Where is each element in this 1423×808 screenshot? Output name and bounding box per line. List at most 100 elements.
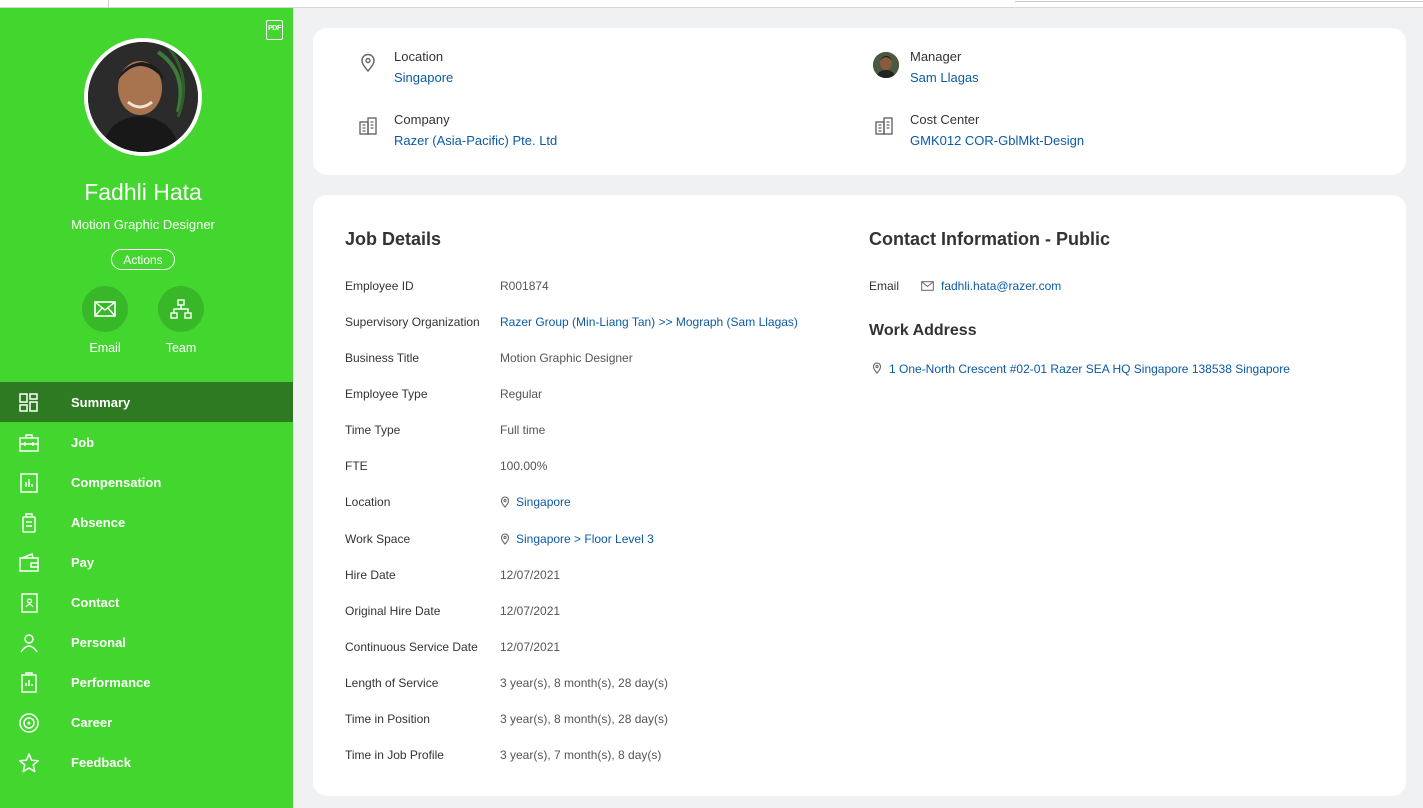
pdf-export-icon[interactable]: PDF — [266, 20, 283, 40]
org-chart-icon — [170, 299, 192, 319]
job-row-value: 12/07/2021 — [500, 568, 561, 582]
nav-label: Feedback — [71, 754, 131, 770]
nav-item-feedback[interactable]: Feedback — [0, 742, 293, 782]
nav-label: Pay — [71, 554, 95, 570]
job-row-label: Original Hire Date — [345, 604, 441, 618]
location-pin-icon — [872, 362, 882, 374]
location-link[interactable]: Singapore — [516, 495, 571, 509]
summary-manager-link[interactable]: Sam Llagas — [910, 70, 979, 85]
actions-button[interactable]: Actions — [111, 249, 175, 270]
summary-manager-label: Manager — [910, 49, 962, 64]
target-icon — [19, 713, 39, 733]
job-row-value: R001874 — [500, 279, 549, 293]
job-row-label: Business Title — [345, 351, 420, 365]
job-row-label: Length of Service — [345, 676, 439, 690]
nav-label: Job — [71, 434, 95, 450]
job-row-label: Time in Job Profile — [345, 748, 444, 762]
profile-sidebar: PDF Fadhli Hata Motion Graphic Designer … — [0, 8, 293, 808]
job-row-label: Employee Type — [345, 387, 428, 401]
nav-label: Performance — [71, 674, 151, 690]
job-details-heading: Job Details — [345, 229, 442, 249]
job-row-label: Supervisory Organization — [345, 315, 480, 329]
job-row-value: 12/07/2021 — [500, 640, 561, 654]
summary-location: Location Singapore — [394, 49, 453, 85]
work-address-link[interactable]: 1 One-North Crescent #02-01 Razer SEA HQ… — [889, 362, 1290, 376]
manager-avatar — [873, 52, 899, 78]
team-button-label: Team — [165, 341, 197, 355]
team-button[interactable] — [158, 286, 204, 332]
details-card — [313, 195, 1406, 796]
summary-cost-center-label: Cost Center — [910, 112, 980, 127]
nav-item-performance[interactable]: Performance — [0, 662, 293, 702]
summary-location-label: Location — [394, 49, 444, 64]
summary-company-label: Company — [394, 112, 450, 127]
summary-company-link[interactable]: Razer (Asia-Pacific) Pte. Ltd — [394, 133, 557, 148]
envelope-icon — [94, 301, 116, 317]
job-row-value: Full time — [500, 423, 546, 437]
briefcase-icon — [19, 434, 39, 452]
top-divider — [108, 0, 109, 8]
job-row-label: Work Space — [345, 532, 411, 546]
supervisory-org-link[interactable]: Razer Group (Min-Liang Tan) >> Mograph (… — [500, 315, 798, 329]
nav-item-absence[interactable]: Absence — [0, 502, 293, 542]
nav-item-summary[interactable]: Summary — [0, 382, 293, 422]
nav-item-pay[interactable]: Pay — [0, 542, 293, 582]
job-row-value: Regular — [500, 387, 543, 401]
nav-label: Absence — [71, 514, 126, 530]
summary-company: Company Razer (Asia-Pacific) Pte. Ltd — [394, 112, 557, 148]
contact-heading: Contact Information - Public — [869, 229, 1110, 249]
nav-item-career[interactable]: Career — [0, 702, 293, 742]
job-row-value: 3 year(s), 8 month(s), 28 day(s) — [500, 712, 669, 726]
nav-item-compensation[interactable]: Compensation — [0, 462, 293, 502]
nav-label: Personal — [71, 634, 126, 650]
job-row-value: 3 year(s), 7 month(s), 8 day(s) — [500, 748, 662, 762]
job-row-label: Time Type — [345, 423, 401, 437]
contact-email-link[interactable]: fadhli.hata@razer.com — [941, 279, 1061, 293]
job-row-value: 3 year(s), 8 month(s), 28 day(s) — [500, 676, 669, 690]
address-bar-edge — [1015, 0, 1423, 2]
envelope-icon — [921, 281, 934, 291]
chart-icon — [20, 473, 38, 493]
location-row-value: Singapore — [500, 495, 571, 509]
nav-item-job[interactable]: Job — [0, 422, 293, 462]
building-icon — [359, 117, 377, 135]
browser-top-strip — [0, 0, 1423, 8]
nav-label: Contact — [71, 594, 120, 610]
building-icon — [875, 117, 893, 135]
clipboard-icon — [21, 672, 37, 693]
summary-card — [313, 28, 1406, 175]
wallet-icon — [19, 552, 39, 572]
workspace-link[interactable]: Singapore > Floor Level 3 — [516, 532, 654, 546]
job-row-label: Time in Position — [345, 712, 430, 726]
star-icon — [18, 753, 40, 773]
email-button[interactable] — [82, 286, 128, 332]
location-pin-icon — [500, 496, 510, 508]
contact-book-icon — [21, 593, 38, 613]
nav-label: Summary — [71, 394, 131, 410]
location-pin-icon — [361, 53, 375, 73]
job-row-label: Location — [345, 495, 391, 509]
profile-avatar — [84, 38, 202, 156]
summary-location-link[interactable]: Singapore — [394, 70, 453, 85]
summary-manager: Manager Sam Llagas — [910, 49, 979, 85]
summary-cost-center: Cost Center GMK012 COR-GblMkt-Design — [910, 112, 1084, 148]
job-row-value: Motion Graphic Designer — [500, 351, 633, 365]
nav-item-personal[interactable]: Personal — [0, 622, 293, 662]
workspace-row-value: Singapore > Floor Level 3 — [500, 532, 654, 546]
location-pin-icon — [500, 533, 510, 545]
nav-item-contact[interactable]: Contact — [0, 582, 293, 622]
summary-cost-center-link[interactable]: GMK012 COR-GblMkt-Design — [910, 133, 1084, 148]
nav-label: Compensation — [71, 474, 162, 490]
sidebar-nav: Summary Job Compensation Absence Pay Con… — [0, 382, 293, 782]
work-address-heading: Work Address — [869, 322, 977, 339]
luggage-icon — [22, 513, 36, 533]
job-row-label: Continuous Service Date — [345, 640, 478, 654]
job-row-value: 100.00% — [500, 459, 548, 473]
person-icon — [20, 634, 38, 653]
profile-job-title: Motion Graphic Designer — [71, 217, 215, 232]
contact-email-label: Email — [869, 279, 900, 293]
email-button-label: Email — [89, 341, 121, 355]
profile-name: Fadhli Hata — [84, 179, 202, 205]
job-row-value: 12/07/2021 — [500, 604, 561, 618]
nav-label: Career — [71, 714, 113, 730]
